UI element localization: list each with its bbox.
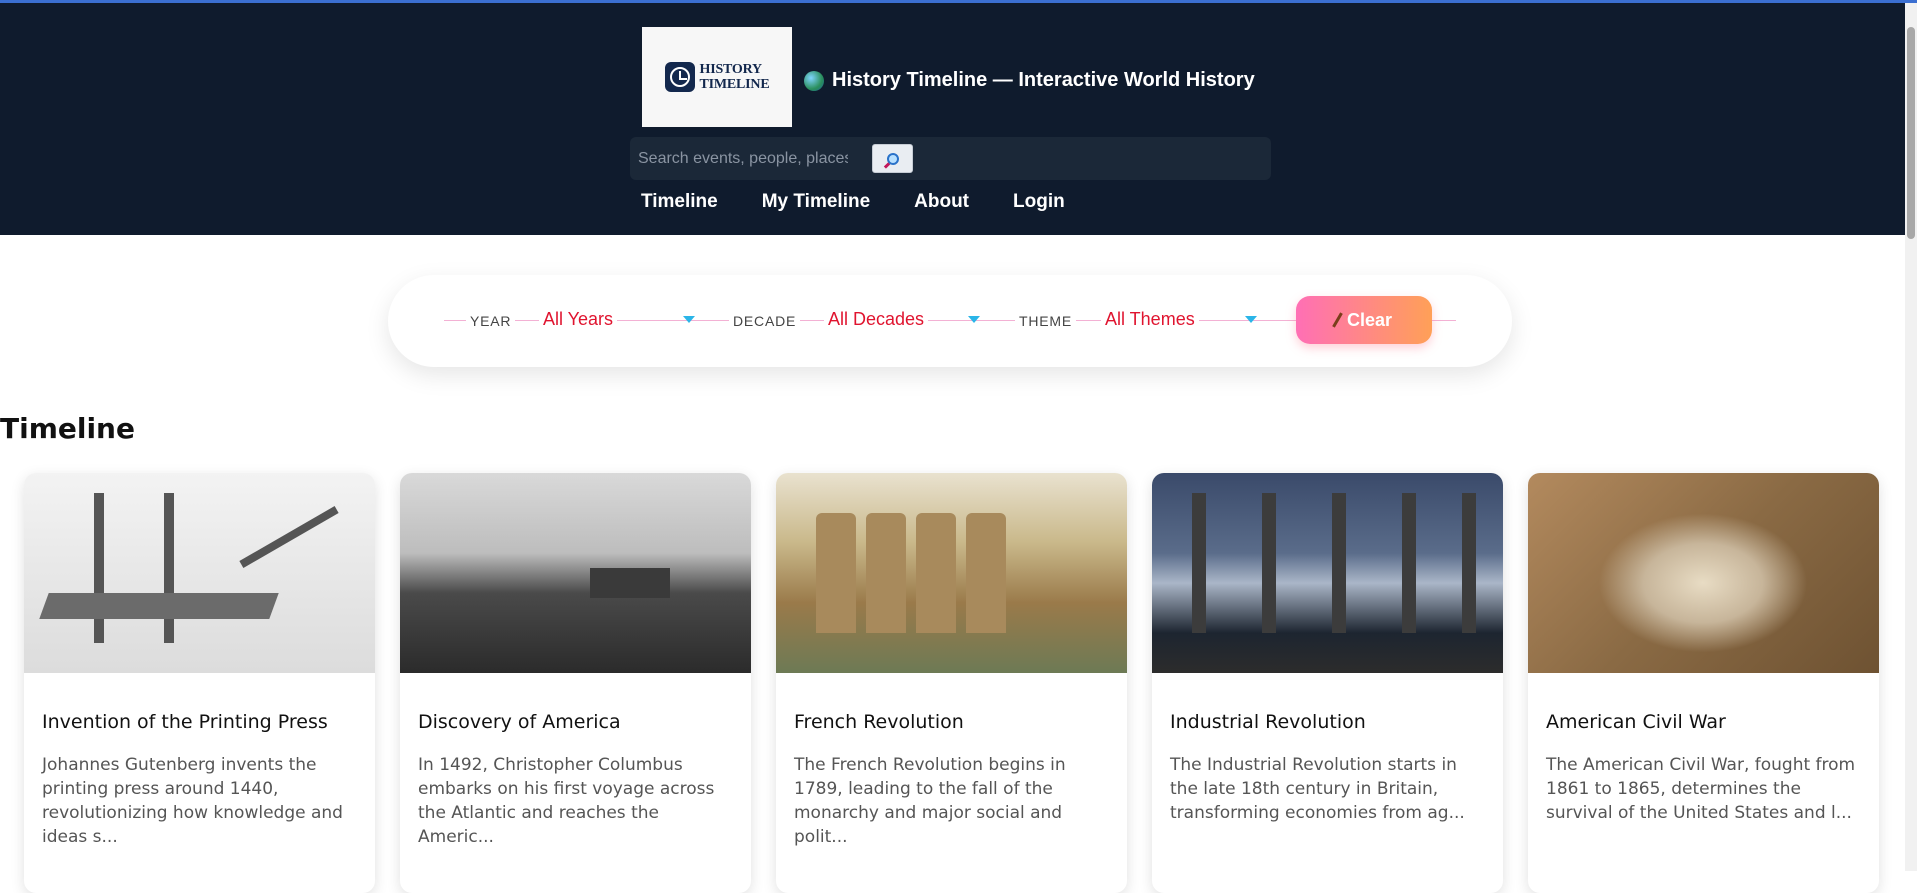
event-card[interactable]: Invention of the Printing Press Johannes… bbox=[24, 473, 375, 893]
card-title: Industrial Revolution bbox=[1170, 711, 1366, 733]
event-card[interactable]: Discovery of America In 1492, Christophe… bbox=[400, 473, 751, 893]
clear-filters-button[interactable]: Clear bbox=[1296, 296, 1432, 344]
search-icon bbox=[886, 152, 899, 165]
globe-icon bbox=[804, 70, 824, 91]
search-input[interactable] bbox=[638, 147, 848, 171]
nav-my-timeline[interactable]: My Timeline bbox=[762, 191, 870, 213]
event-card[interactable]: American Civil War The American Civil Wa… bbox=[1528, 473, 1879, 893]
civil-war-image bbox=[1528, 473, 1879, 673]
year-filter-select[interactable]: All Years bbox=[539, 309, 618, 330]
decade-filter-label: DECADE bbox=[729, 313, 801, 329]
search-bar bbox=[630, 137, 1271, 180]
printing-press-image bbox=[24, 473, 375, 673]
clear-button-label: Clear bbox=[1346, 309, 1393, 330]
chevron-down-icon[interactable] bbox=[683, 316, 695, 323]
theme-filter-label: THEME bbox=[1015, 313, 1076, 329]
card-title: Invention of the Printing Press bbox=[42, 711, 328, 733]
main-nav: Timeline My Timeline About Login bbox=[641, 191, 1065, 213]
nav-login[interactable]: Login bbox=[1013, 191, 1065, 213]
site-title: History Timeline — Interactive World His… bbox=[804, 69, 1255, 92]
card-title: Discovery of America bbox=[418, 711, 621, 733]
filter-panel: YEAR All Years DECADE All Decades THEME … bbox=[388, 275, 1512, 367]
timeline-cards: Invention of the Printing Press Johannes… bbox=[24, 473, 1879, 893]
site-header: HISTORY TIMELINE History Timeline — Inte… bbox=[0, 3, 1905, 235]
bastille-image bbox=[776, 473, 1127, 673]
broom-icon bbox=[1332, 312, 1343, 328]
theme-filter-select[interactable]: All Themes bbox=[1101, 309, 1199, 330]
site-logo[interactable]: HISTORY TIMELINE bbox=[642, 27, 792, 127]
event-card[interactable]: French Revolution The French Revolution … bbox=[776, 473, 1127, 893]
clock-icon bbox=[664, 62, 695, 92]
chevron-down-icon[interactable] bbox=[1245, 316, 1257, 323]
year-filter-label: YEAR bbox=[466, 313, 516, 329]
search-button[interactable] bbox=[872, 144, 913, 173]
scrollbar-thumb[interactable] bbox=[1907, 27, 1915, 239]
chevron-down-icon[interactable] bbox=[968, 316, 980, 323]
event-card[interactable]: Industrial Revolution The Industrial Rev… bbox=[1152, 473, 1503, 893]
card-description: Johannes Gutenberg invents the printing … bbox=[42, 755, 343, 847]
card-title: French Revolution bbox=[794, 711, 964, 733]
card-description: The American Civil War, fought from 1861… bbox=[1546, 755, 1856, 823]
logo-line-1: HISTORY bbox=[699, 62, 763, 77]
card-title: American Civil War bbox=[1546, 711, 1726, 733]
industrial-stage-image bbox=[1152, 473, 1503, 673]
card-description: The Industrial Revolution starts in the … bbox=[1170, 755, 1465, 823]
section-title: Timeline bbox=[0, 412, 135, 445]
nav-timeline[interactable]: Timeline bbox=[641, 191, 718, 213]
decade-filter-select[interactable]: All Decades bbox=[824, 309, 929, 330]
card-description: In 1492, Christopher Columbus embarks on… bbox=[418, 755, 715, 847]
site-title-text: History Timeline — Interactive World His… bbox=[832, 69, 1255, 91]
logo-line-2: TIMELINE bbox=[699, 77, 770, 92]
page-scrollbar[interactable] bbox=[1905, 3, 1917, 871]
card-description: The French Revolution begins in 1789, le… bbox=[794, 755, 1066, 847]
nav-about[interactable]: About bbox=[914, 191, 969, 213]
columbus-ruins-image bbox=[400, 473, 751, 673]
